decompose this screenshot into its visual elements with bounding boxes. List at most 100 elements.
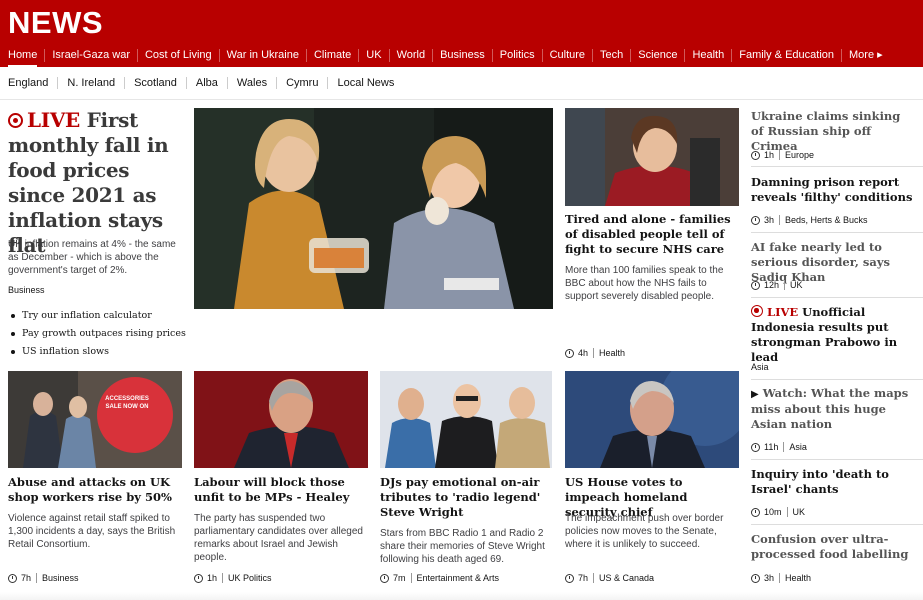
- card-image-art: [380, 371, 552, 468]
- story-time: 1h: [764, 150, 775, 160]
- story-tag[interactable]: Asia: [751, 362, 769, 372]
- divider: [751, 297, 923, 298]
- lead-image-art: [194, 108, 553, 309]
- story-tag[interactable]: Europe: [785, 150, 814, 160]
- meta-separator: [779, 215, 781, 225]
- story-tag[interactable]: UK: [790, 280, 803, 290]
- card-title[interactable]: Labour will block those unfit to be MPs …: [194, 475, 368, 505]
- card-image-art: [8, 371, 182, 468]
- live-label: LIVE: [767, 305, 799, 319]
- story-time: 10m: [764, 507, 782, 517]
- subnav-england[interactable]: England: [0, 77, 57, 89]
- clock-icon: [751, 442, 760, 452]
- card-tag[interactable]: US & Canada: [599, 573, 654, 583]
- card-image[interactable]: [380, 371, 552, 468]
- lead-tag[interactable]: Business: [8, 285, 45, 295]
- related-link[interactable]: Try our inflation calculator: [10, 307, 190, 325]
- story-tag[interactable]: Health: [785, 573, 811, 583]
- live-icon: [751, 305, 763, 317]
- nav-israel-gaza-war[interactable]: Israel-Gaza war: [44, 48, 137, 62]
- nav-family-education[interactable]: Family & Education: [731, 48, 841, 62]
- clock-icon: [565, 573, 574, 583]
- card-image[interactable]: [565, 371, 739, 468]
- subnav-wales[interactable]: Wales: [226, 77, 276, 89]
- card-image[interactable]: [8, 371, 182, 468]
- subnav-alba[interactable]: Alba: [185, 77, 227, 89]
- nav-world[interactable]: World: [388, 48, 433, 62]
- live-icon: [8, 113, 23, 128]
- meta-separator: [222, 573, 224, 583]
- related-link[interactable]: Pay growth outpaces rising prices: [10, 325, 190, 343]
- feature-image-art: [565, 108, 739, 206]
- meta-separator: [36, 573, 38, 583]
- right-story-title-text: Watch: What the maps miss about this hug…: [751, 386, 909, 431]
- play-icon: ▶: [751, 389, 759, 400]
- meta-separator: [779, 573, 781, 583]
- card-tag[interactable]: Entertainment & Arts: [417, 573, 500, 583]
- clock-icon: [751, 280, 760, 290]
- divider: [751, 232, 923, 233]
- story-tag[interactable]: UK: [793, 507, 806, 517]
- subnav-cymru[interactable]: Cymru: [276, 77, 327, 89]
- card-title[interactable]: DJs pay emotional on-air tributes to 'ra…: [380, 475, 554, 520]
- card-tag[interactable]: UK Politics: [228, 573, 272, 583]
- nav-uk[interactable]: UK: [358, 48, 388, 62]
- story-time: 3h: [764, 573, 775, 583]
- clock-icon: [565, 348, 574, 358]
- related-link[interactable]: US inflation slows: [10, 343, 190, 361]
- card-meta: 1h UK Politics: [194, 573, 272, 583]
- right-story-title[interactable]: Confusion over ultra-processed food labe…: [751, 532, 915, 562]
- subnav-local-news[interactable]: Local News: [327, 77, 403, 89]
- meta-separator: [410, 573, 412, 583]
- sale-sign-text: ACCESSORIES SALE NOW ON: [105, 396, 149, 410]
- card-title[interactable]: Abuse and attacks on UK shop workers ris…: [8, 475, 182, 505]
- clock-icon: [751, 507, 760, 517]
- meta-separator: [783, 442, 785, 452]
- right-story-meta: 3h Health: [751, 573, 811, 583]
- nav-war-in-ukraine[interactable]: War in Ukraine: [218, 48, 306, 62]
- story-tag[interactable]: Asia: [789, 442, 807, 452]
- story-time: 3h: [764, 215, 775, 225]
- card-image-art: [194, 371, 368, 468]
- feature-title[interactable]: Tired and alone - families of disabled p…: [565, 212, 739, 257]
- nav-home[interactable]: Home: [0, 49, 44, 68]
- right-story-title[interactable]: Damning prison report reveals 'filthy' c…: [751, 175, 915, 205]
- feature-tag[interactable]: Health: [599, 348, 625, 358]
- nav-tech[interactable]: Tech: [592, 48, 630, 62]
- right-story-title[interactable]: Ukraine claims sinking of Russian ship o…: [751, 109, 915, 154]
- lead-image[interactable]: [194, 108, 553, 309]
- right-story-meta: 1h Europe: [751, 150, 814, 160]
- card-time: 7h: [21, 573, 32, 583]
- lead-related-links: Try our inflation calculator Pay growth …: [10, 307, 190, 361]
- right-story-title[interactable]: Inquiry into 'death to Israel' chants: [751, 467, 919, 497]
- nav-culture[interactable]: Culture: [541, 48, 592, 62]
- feature-meta: 4h Health: [565, 348, 625, 358]
- lead-headline[interactable]: LIVE First monthly fall in food prices s…: [8, 108, 188, 258]
- nav-politics[interactable]: Politics: [491, 48, 542, 62]
- subnav-n-ireland[interactable]: N. Ireland: [57, 77, 124, 89]
- card-image[interactable]: [194, 371, 368, 468]
- live-label: LIVE: [27, 108, 80, 132]
- right-story-title[interactable]: ▶ Watch: What the maps miss about this h…: [751, 386, 915, 432]
- nav-more[interactable]: More ▸: [841, 48, 890, 62]
- nav-science[interactable]: Science: [630, 48, 684, 62]
- card-meta: 7h US & Canada: [565, 573, 654, 583]
- card-time: 7h: [578, 573, 589, 583]
- feature-image[interactable]: [565, 108, 739, 206]
- nav-cost-of-living[interactable]: Cost of Living: [136, 48, 219, 62]
- card-time: 7m: [393, 573, 406, 583]
- nav-climate[interactable]: Climate: [305, 48, 358, 62]
- subnav-scotland[interactable]: Scotland: [124, 77, 186, 89]
- meta-separator: [784, 280, 786, 290]
- card-summary: Violence against retail staff spiked to …: [8, 513, 176, 550]
- right-story-meta: 12h UK: [751, 280, 803, 290]
- divider: [751, 379, 923, 380]
- news-logo[interactable]: NEWS: [8, 5, 103, 41]
- nav-business[interactable]: Business: [432, 48, 492, 62]
- right-story-title[interactable]: LIVE Unofficial Indonesia results put st…: [751, 305, 915, 365]
- clock-icon: [751, 215, 760, 225]
- story-tag[interactable]: Beds, Herts & Bucks: [785, 215, 868, 225]
- card-tag[interactable]: Business: [42, 573, 79, 583]
- nav-health[interactable]: Health: [684, 48, 731, 62]
- right-story-title[interactable]: AI fake nearly led to serious disorder, …: [751, 240, 919, 285]
